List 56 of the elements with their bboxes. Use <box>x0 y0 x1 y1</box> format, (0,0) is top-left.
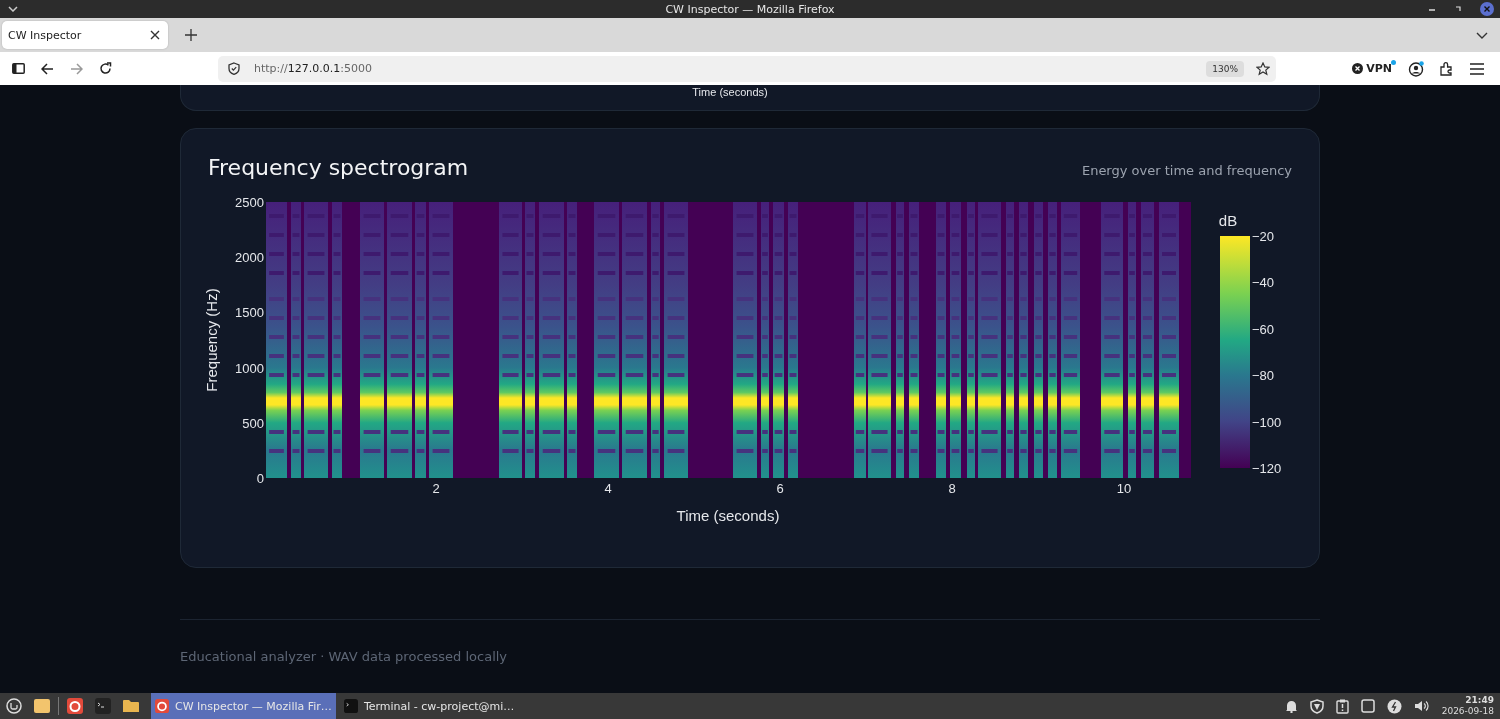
back-icon[interactable] <box>41 62 54 75</box>
taskbar-window-button[interactable]: CW Inspector — Mozilla Fir… <box>151 693 336 719</box>
extensions-icon[interactable] <box>1440 61 1454 76</box>
axis-tick-label: 4 <box>604 481 612 496</box>
shield-icon[interactable] <box>1309 698 1324 714</box>
clock-date[interactable]: 2026-09-18 <box>1441 706 1494 717</box>
axis-tick-label: 6 <box>776 481 784 496</box>
colorbar-tick-label: −80 <box>1252 368 1275 384</box>
colorbar-tick-label: −20 <box>1252 229 1275 244</box>
axis-title: Frequency (Hz) <box>203 288 220 392</box>
new-tab-icon[interactable] <box>185 29 197 41</box>
colorbar-tick-label: −40 <box>1252 275 1275 291</box>
card-subtitle: Energy over time and frequency <box>1081 163 1292 178</box>
terminal-icon <box>343 699 358 713</box>
power-icon[interactable] <box>1386 698 1402 714</box>
terminal-icon[interactable] <box>95 698 111 714</box>
window-icon[interactable] <box>1360 699 1375 713</box>
window-title: CW Inspector — Mozilla Firefox <box>665 2 835 16</box>
axis-tick-label: 2 <box>432 481 440 496</box>
axis-title: Time (seconds) <box>692 85 768 100</box>
axis-tick-label: 500 <box>242 415 264 431</box>
colorbar-tick-label: −120 <box>1252 461 1282 476</box>
sidebar-icon[interactable] <box>12 63 25 74</box>
axis-tick-label: 1000 <box>235 360 264 376</box>
browser-tab[interactable]: CW Inspector <box>2 21 168 49</box>
clock-time[interactable]: 21:49 <box>1465 695 1494 706</box>
axis-tick-label: 1500 <box>235 305 264 321</box>
axis-tick-label: 2500 <box>235 195 264 210</box>
axis-tick-label: 10 <box>1116 481 1132 496</box>
star-icon[interactable] <box>1256 61 1270 76</box>
vpn-off-icon <box>1352 63 1364 74</box>
zoom-badge[interactable]: 130% <box>1206 60 1244 77</box>
close-icon[interactable] <box>150 30 160 40</box>
colorbar-tick-label: −60 <box>1252 321 1275 337</box>
colorbar-tick-label: −100 <box>1252 414 1282 430</box>
axis-tick-label: 0 <box>256 471 264 486</box>
start-menu-icon[interactable] <box>6 698 22 714</box>
browser-icon <box>155 699 169 713</box>
clipboard-icon[interactable] <box>1335 698 1349 714</box>
footer-text: Educational analyzer · WAV data processed locally <box>180 649 508 664</box>
axis-tick-label: 2000 <box>235 250 264 266</box>
menu-icon[interactable] <box>1470 62 1484 75</box>
bell-icon[interactable] <box>1284 699 1298 713</box>
colorbar-title: dB <box>1218 212 1238 229</box>
card-title: Frequency spectrogram <box>208 155 469 180</box>
shield-icon <box>228 62 240 75</box>
volume-icon[interactable] <box>1413 699 1430 713</box>
browser-icon[interactable] <box>67 698 83 714</box>
reload-icon[interactable] <box>99 62 112 75</box>
chevron-icon[interactable] <box>1476 31 1488 39</box>
axis-title: Time (seconds) <box>676 507 780 524</box>
address-field[interactable]: http://127.0.0.1:5000 130% <box>218 55 1276 82</box>
account-icon[interactable] <box>1408 60 1424 77</box>
taskbar-window-button[interactable]: Terminal - cw-project@mi… <box>339 693 519 719</box>
axis-tick-label: 8 <box>948 481 956 496</box>
restore-icon[interactable] <box>1454 5 1462 13</box>
